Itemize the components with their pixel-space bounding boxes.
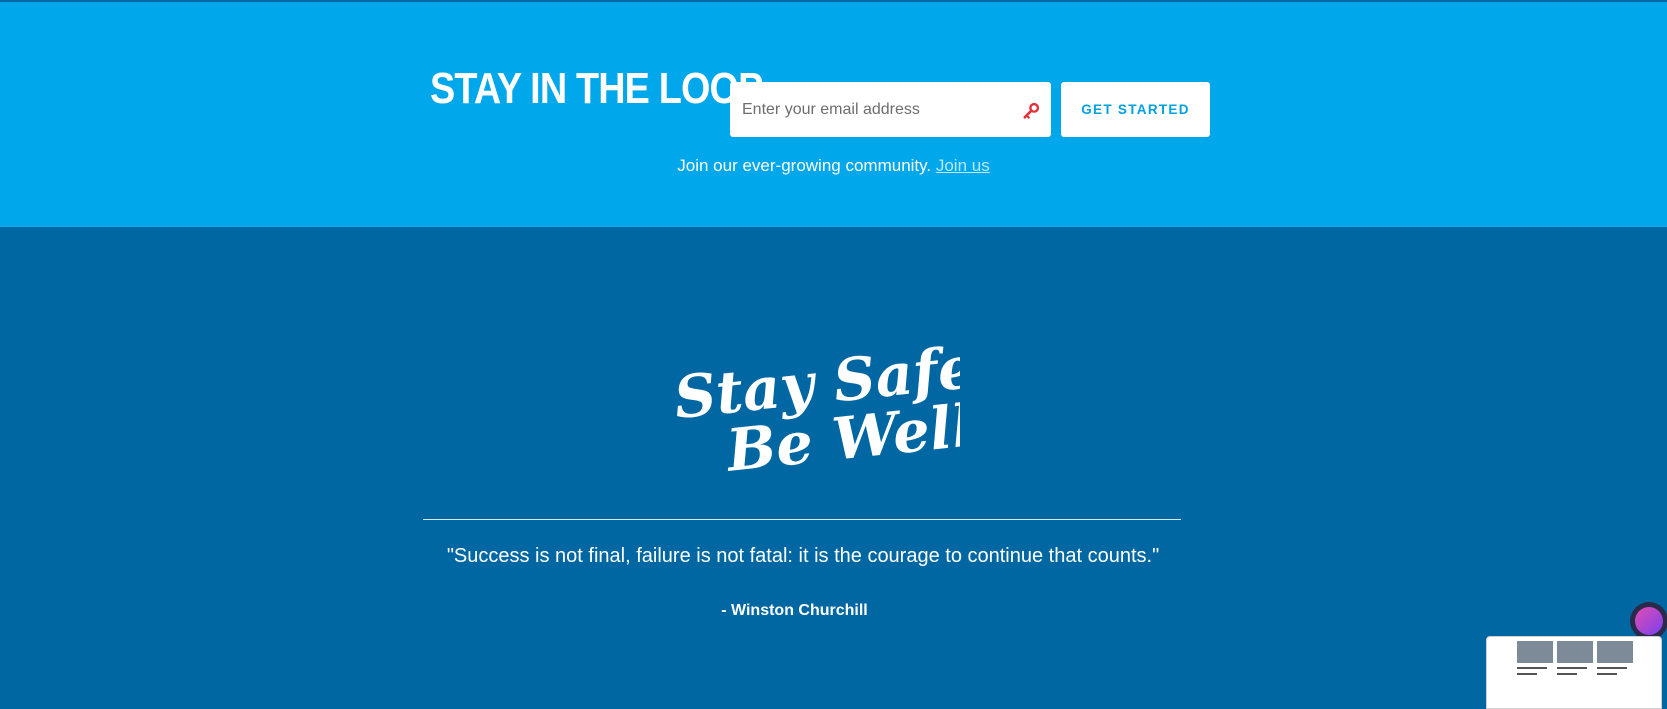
key-icon[interactable] (1022, 102, 1040, 120)
join-us-link[interactable]: Join us (936, 156, 990, 175)
assistant-bubble[interactable] (1630, 602, 1667, 640)
preview-card (1557, 641, 1593, 708)
preview-line (1557, 667, 1587, 669)
page-preview-thumbnail[interactable] (1486, 636, 1662, 709)
join-community-text: Join our ever-growing community. Join us (0, 156, 1667, 176)
stay-safe-be-well-logo: Stay Safe, Be Well. (671, 331, 960, 472)
preview-line (1597, 673, 1617, 675)
newsletter-title: STAY IN THE LOOP (430, 64, 763, 113)
email-input[interactable] (742, 82, 1012, 137)
page: STAY IN THE LOOP GET STARTED Join our ev… (0, 0, 1667, 709)
preview-card (1517, 641, 1553, 708)
preview-line (1517, 673, 1537, 675)
footer-section: Stay Safe, Be Well. "Success is not fina… (0, 227, 1667, 709)
quote-author: - Winston Churchill (721, 602, 868, 619)
join-text: Join our ever-growing community. (677, 156, 932, 175)
preview-line (1557, 673, 1577, 675)
preview-line (1597, 667, 1627, 669)
preview-image (1597, 641, 1633, 663)
divider (423, 519, 1181, 520)
get-started-button[interactable]: GET STARTED (1061, 82, 1210, 137)
email-field-wrapper (730, 82, 1051, 137)
newsletter-section: STAY IN THE LOOP GET STARTED Join our ev… (0, 2, 1667, 227)
preview-card (1597, 641, 1633, 708)
preview-image (1517, 641, 1553, 663)
preview-image (1557, 641, 1593, 663)
quote-text: "Success is not final, failure is not fa… (446, 545, 1160, 567)
assistant-icon (1635, 607, 1663, 635)
preview-line (1517, 667, 1547, 669)
